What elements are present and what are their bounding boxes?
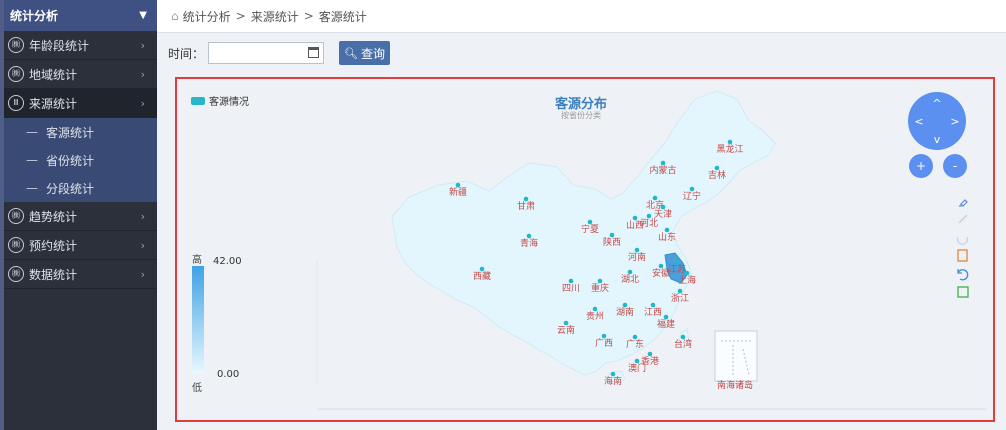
sidebar-subitem-segment[interactable]: — 分段统计 xyxy=(4,174,157,202)
badge-icon: ㈱ xyxy=(8,66,24,82)
badge-icon: Ⅲ xyxy=(8,95,24,111)
undo-mark-icon[interactable] xyxy=(958,214,968,224)
pan-down-icon[interactable]: v xyxy=(934,133,941,146)
data-view-icon[interactable] xyxy=(957,249,968,262)
breadcrumb-item: 客源统计 xyxy=(318,9,367,24)
breadcrumb-separator: > xyxy=(303,9,314,23)
home-icon[interactable]: ⌂ xyxy=(171,9,179,23)
clear-mark-icon[interactable] xyxy=(956,236,969,245)
badge-icon: ㈱ xyxy=(8,208,24,224)
sidebar-item-data[interactable]: ㈱ 数据统计 › xyxy=(4,260,157,289)
breadcrumb-item[interactable]: 统计分析 xyxy=(183,8,231,25)
sidebar-header[interactable]: 统计分析 ▼ xyxy=(4,0,157,31)
sidebar: 统计分析 ▼ ㈱ 年龄段统计 › ㈱ 地域统计 › Ⅲ 来源统计 › — 客源统… xyxy=(0,0,157,430)
dash-icon: — xyxy=(26,125,38,139)
save-image-icon[interactable] xyxy=(957,286,969,298)
sidebar-subitem-label: 客源统计 xyxy=(46,125,95,140)
sidebar-item-label: 来源统计 xyxy=(29,96,78,111)
caret-down-icon: ▼ xyxy=(139,10,147,21)
search-icon: 🔍︎ xyxy=(344,46,358,60)
chevron-right-icon: › xyxy=(140,96,145,110)
sidebar-item-label: 趋势统计 xyxy=(29,209,78,224)
date-input[interactable] xyxy=(208,42,325,64)
sidebar-subitem-label: 分段统计 xyxy=(46,181,95,196)
sidebar-item-label: 地域统计 xyxy=(29,67,78,82)
dash-icon: — xyxy=(26,153,38,167)
sidebar-item-label: 年龄段统计 xyxy=(29,38,90,53)
dash-icon: — xyxy=(26,181,38,195)
breadcrumb-item[interactable]: 来源统计 xyxy=(251,8,299,25)
pan-up-icon[interactable]: ^ xyxy=(932,97,941,110)
sidebar-item-trend[interactable]: ㈱ 趋势统计 › xyxy=(4,202,157,231)
sidebar-subitem-customer[interactable]: — 客源统计 xyxy=(4,118,157,146)
sidebar-subitem-label: 省份统计 xyxy=(46,153,95,168)
badge-icon: ㈱ xyxy=(8,237,24,253)
pan-left-icon[interactable]: < xyxy=(914,115,923,128)
chevron-right-icon: › xyxy=(140,238,145,252)
badge-icon: ㈱ xyxy=(8,266,24,282)
zoom-out-icon: - xyxy=(953,159,957,173)
sidebar-header-label: 统计分析 xyxy=(10,9,59,23)
search-button[interactable]: 🔍︎ 查询 xyxy=(339,41,391,65)
chevron-right-icon: › xyxy=(140,267,145,281)
search-button-label: 查询 xyxy=(360,46,385,61)
sidebar-item-label: 数据统计 xyxy=(29,267,78,282)
badge-icon: ㈱ xyxy=(8,37,24,53)
sidebar-item-appointment[interactable]: ㈱ 预约统计 › xyxy=(4,231,157,260)
sidebar-subitem-province[interactable]: — 省份统计 xyxy=(4,146,157,174)
sidebar-item-age[interactable]: ㈱ 年龄段统计 › xyxy=(4,31,157,60)
map-toolbox: ^ v < > + - xyxy=(908,92,969,298)
time-label: 时间： xyxy=(168,46,205,61)
chevron-right-icon: › xyxy=(140,209,145,223)
calendar-icon[interactable] xyxy=(308,47,320,58)
mark-pen-icon[interactable] xyxy=(959,199,968,207)
breadcrumb-separator: > xyxy=(235,9,246,23)
zoom-in-icon: + xyxy=(916,159,926,173)
chevron-right-icon: › xyxy=(140,67,145,81)
sidebar-item-source[interactable]: Ⅲ 来源统计 › xyxy=(4,89,157,118)
chart-panel: 南海诸岛 黑龙江 吉林 辽宁 内蒙古 北京 天津 河北 山西 山东 宁夏 甘肃 新疆 青海 陕西 河南 西藏四… xyxy=(175,77,995,422)
restore-icon[interactable] xyxy=(957,269,969,281)
sidebar-item-label: 预约统计 xyxy=(29,238,78,253)
sidebar-item-region[interactable]: ㈱ 地域统计 › xyxy=(4,60,157,89)
pan-right-icon[interactable]: > xyxy=(950,115,959,128)
filter-bar: 时间： 🔍︎ 查询 xyxy=(168,41,391,65)
breadcrumb: ⌂ 统计分析 > 来源统计 > 客源统计 xyxy=(157,0,1006,33)
chevron-right-icon: › xyxy=(140,38,145,52)
